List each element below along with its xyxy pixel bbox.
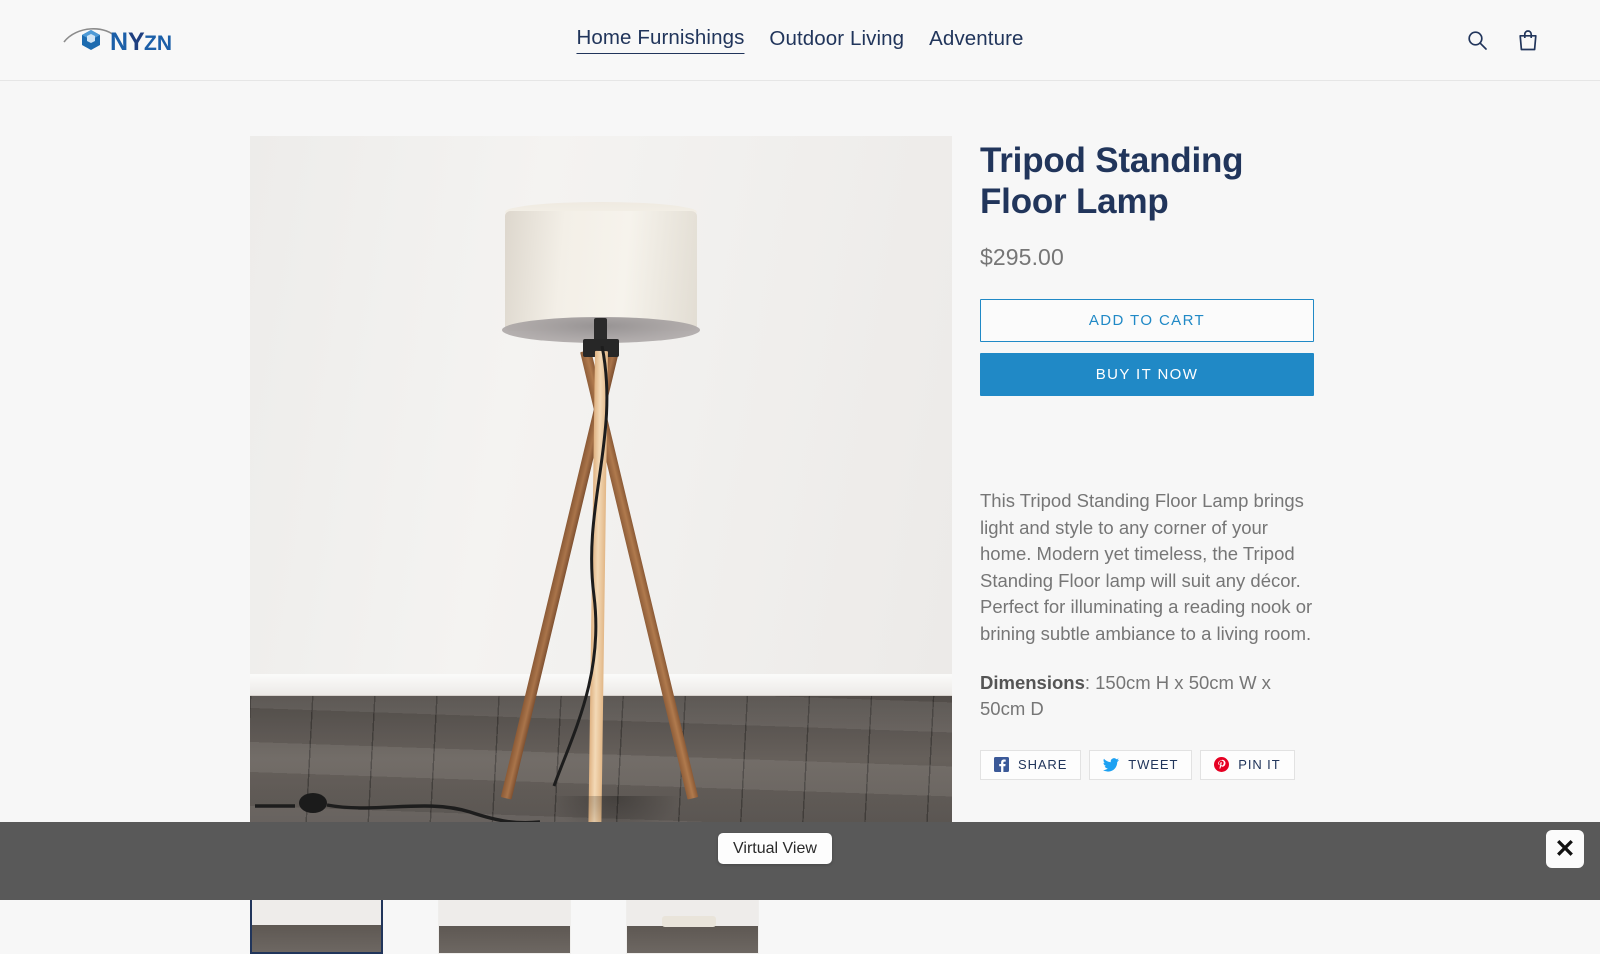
share-twitter-label: TWEET <box>1128 757 1179 773</box>
search-icon[interactable] <box>1463 26 1491 54</box>
floor-lamp-object <box>250 136 952 836</box>
svg-text:N: N <box>110 28 128 56</box>
main-navigation: Home Furnishings Outdoor Living Adventur… <box>576 26 1023 54</box>
add-to-cart-button[interactable]: ADD TO CART <box>980 299 1314 342</box>
product-price: $295.00 <box>980 244 1064 270</box>
share-pinterest-label: PIN IT <box>1238 757 1281 773</box>
product-main-image[interactable] <box>250 136 952 836</box>
hex-cube-eye-logo: N Y ZN <box>63 28 172 56</box>
svg-text:ZN: ZN <box>144 32 172 55</box>
nav-item-home-furnishings[interactable]: Home Furnishings <box>576 26 745 54</box>
cord-foot-switch <box>255 793 541 825</box>
product-description: This Tripod Standing Floor Lamp brings l… <box>980 490 1313 644</box>
share-twitter-button[interactable]: TWEET <box>1089 749 1193 780</box>
twitter-icon <box>1103 757 1120 772</box>
site-header: N Y ZN Home Furnishings Outdoor Living A… <box>0 0 1600 81</box>
dimensions-label: Dimensions <box>980 671 1085 693</box>
nav-item-outdoor-living[interactable]: Outdoor Living <box>769 27 904 54</box>
share-facebook-label: SHARE <box>1018 757 1068 773</box>
product-dimensions: Dimensions: 150cm H x 50cm W x 50cm D <box>980 670 1314 723</box>
shopping-bag-icon[interactable] <box>1514 26 1542 54</box>
virtual-view-button[interactable]: Virtual View <box>718 833 832 864</box>
pinterest-icon <box>1214 757 1230 773</box>
svg-text:Y: Y <box>128 28 145 56</box>
nav-item-adventure[interactable]: Adventure <box>929 27 1023 54</box>
close-icon[interactable]: ✕ <box>1546 830 1584 868</box>
share-pinterest-button[interactable]: PIN IT <box>1200 749 1295 780</box>
social-share-row: SHARE TWEET PIN IT <box>980 749 1314 780</box>
site-logo[interactable]: N Y ZN <box>62 18 184 62</box>
product-title: Tripod Standing Floor Lamp <box>980 141 1244 221</box>
facebook-icon <box>994 757 1009 773</box>
power-cord <box>552 346 609 787</box>
buy-it-now-button[interactable]: BUY IT NOW <box>980 353 1314 396</box>
share-facebook-button[interactable]: SHARE <box>980 749 1082 780</box>
header-actions <box>1463 26 1542 54</box>
